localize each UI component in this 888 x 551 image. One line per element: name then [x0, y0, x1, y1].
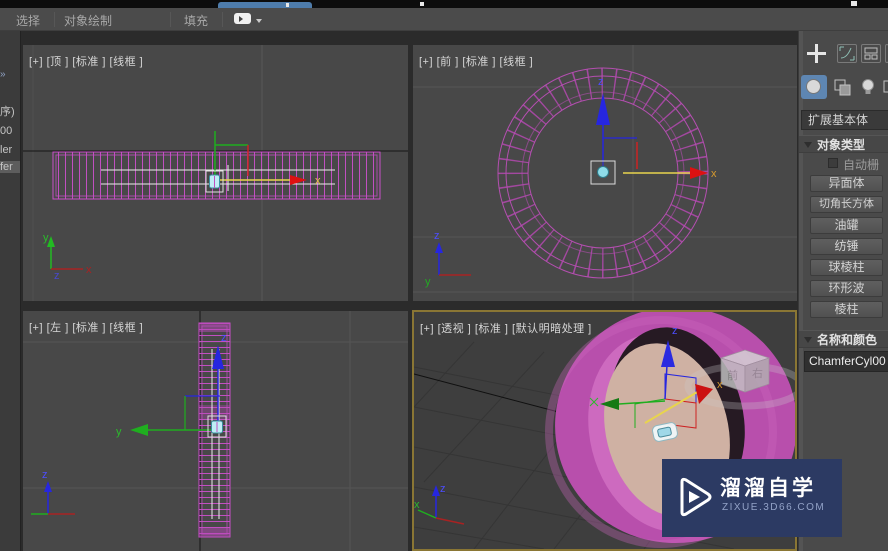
hierarchy-tab-icon[interactable]: [861, 44, 881, 63]
svg-text:z: z: [221, 332, 227, 344]
shapes-category-icon[interactable]: [833, 78, 853, 97]
create-tab-icon[interactable]: [807, 44, 827, 63]
left-dock-panel[interactable]: » 序) 00 ler fer: [0, 31, 21, 551]
rollout-object-type[interactable]: 对象类型: [799, 135, 888, 153]
autogrid-checkbox[interactable]: [828, 158, 838, 168]
rollout-collapse-icon[interactable]: [804, 337, 812, 343]
viewport-left[interactable]: z y z [+] [左] [标准] [线框]: [23, 311, 408, 551]
button-ringwave[interactable]: 环形波: [810, 280, 883, 297]
cameras-category-icon[interactable]: [883, 78, 888, 97]
viewport-perspective-label[interactable]: [+] [透视 ] [标准 ] [默认明暗处理 ]: [420, 320, 592, 336]
svg-text:z: z: [54, 270, 60, 282]
3dsmax-window: 选择 对象绘制 填充 » 序) 00 ler fer x y x z [+] […: [0, 0, 888, 551]
populate-flyout-icon[interactable]: [234, 13, 251, 24]
ribbon-edge-strip: [0, 0, 888, 8]
autogrid-label: 自动栅: [843, 158, 880, 172]
svg-text:x: x: [717, 379, 723, 391]
watermark: 溜溜自学 zixue.3d66.com: [662, 459, 842, 537]
modify-tab-icon[interactable]: [837, 44, 857, 63]
geometry-category-icon[interactable]: [801, 75, 827, 99]
viewport-front[interactable]: z x z y [+] [前] [标准] [线框]: [413, 45, 797, 301]
svg-text:x: x: [315, 175, 321, 187]
menu-object-paint[interactable]: 对象绘制: [64, 12, 112, 29]
svg-text:z: z: [42, 469, 48, 481]
category-dropdown[interactable]: 扩展基本体: [801, 110, 888, 130]
flyout-caret-icon[interactable]: [256, 19, 262, 23]
svg-text:y: y: [116, 426, 122, 438]
watermark-play-icon: [680, 477, 712, 517]
workspace: » 序) 00 ler fer x y x z [+] [顶] [标准] […: [0, 31, 888, 551]
svg-text:z: z: [598, 76, 604, 88]
svg-text:x: x: [414, 499, 420, 511]
button-hedra[interactable]: 异面体: [810, 175, 883, 192]
dock-expand-icon[interactable]: »: [0, 69, 20, 80]
svg-text:z: z: [672, 325, 678, 337]
pivot-icon: [590, 160, 616, 185]
watermark-url: zixue.3d66.com: [722, 502, 826, 513]
lights-category-icon[interactable]: [859, 77, 879, 96]
viewport-top[interactable]: x y x z [+] [顶 ] [标准 ] [线框 ]: [23, 45, 408, 301]
axis-tripod-perspective: z x: [414, 483, 465, 525]
viewport-front-label[interactable]: [+] [前 ] [标准 ] [线框 ]: [419, 53, 533, 69]
viewport-left-label[interactable]: [+] [左 ] [标准 ] [线框 ]: [29, 319, 143, 335]
rollout-collapse-icon[interactable]: [804, 142, 812, 148]
button-gengon[interactable]: 球棱柱: [810, 259, 883, 276]
svg-text:前: 前: [727, 368, 738, 382]
svg-text:x: x: [711, 168, 717, 180]
svg-text:y: y: [425, 276, 431, 288]
button-chamferbox[interactable]: 切角长方体: [810, 196, 883, 213]
svg-text:z: z: [434, 230, 440, 242]
axis-tripod-left: z: [31, 469, 75, 515]
menu-populate[interactable]: 填充: [184, 12, 208, 29]
button-prism[interactable]: 棱柱: [810, 301, 883, 318]
ribbon-toolbar: 选择 对象绘制 填充: [0, 8, 888, 31]
button-oiltank[interactable]: 油罐: [810, 217, 883, 234]
menu-select[interactable]: 选择: [16, 12, 40, 29]
button-spindle[interactable]: 纺锤: [810, 238, 883, 255]
svg-text:x: x: [86, 264, 92, 276]
svg-text:右: 右: [752, 366, 763, 380]
viewport-top-label[interactable]: [+] [顶 ] [标准 ] [线框 ]: [29, 53, 143, 69]
rollout-name-color[interactable]: 名称和颜色: [799, 330, 888, 348]
svg-text:y: y: [43, 232, 49, 244]
dock-text-fragment: 序): [0, 106, 15, 118]
axis-tripod-top: y x z: [43, 232, 92, 282]
watermark-title: 溜溜自学: [720, 477, 816, 500]
dock-text-fragment: ler: [0, 144, 13, 156]
dock-text-fragment: 00: [0, 125, 13, 137]
dock-text-fragment-selected[interactable]: fer: [0, 161, 20, 173]
svg-text:z: z: [440, 483, 446, 495]
axis-tripod-front: z y: [425, 230, 471, 288]
object-name-field[interactable]: ChamferCyl00: [804, 351, 888, 372]
